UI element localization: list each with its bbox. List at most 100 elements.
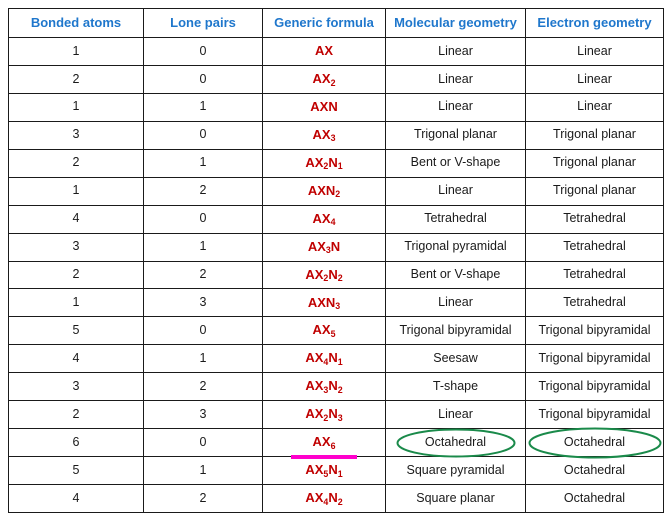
electron-geometry-text: Tetrahedral [563,239,626,254]
table-row: 3 1 AX3N Trigonal pyramidal Tetrahedral [8,232,664,262]
electron-geometry-text: Octahedral [563,434,626,449]
electron-geometry-text: Linear [577,71,612,86]
table-row: 1 2 AXN2 Linear Trigonal planar [8,176,664,206]
cell-molecular-geometry: Square pyramidal [385,456,526,485]
electron-geometry-text: Octahedral [563,490,626,505]
cell-electron-geometry: Trigonal planar [525,176,664,206]
cell-molecular-geometry: Octahedral [385,428,526,458]
cell-lone-pairs: 0 [143,428,263,458]
table-row: 4 1 AX4N1 Seesaw Trigonal bipyramidal [8,344,664,374]
cell-molecular-geometry: Linear [385,400,526,430]
cell-generic-formula: AX3 [262,120,386,150]
cell-bonded-atoms: 5 [8,456,144,485]
formula-text: AX3 [312,126,336,144]
cell-lone-pairs: 1 [143,456,263,485]
formula-text: AX5N1 [305,462,343,479]
table-row: 2 2 AX2N2 Bent or V-shape Tetrahedral [8,260,664,290]
electron-geometry-text: Trigonal bipyramidal [538,350,651,365]
cell-lone-pairs: 1 [143,148,263,178]
table-row: 3 2 AX3N2 T-shape Trigonal bipyramidal [8,372,664,402]
cell-lone-pairs: 3 [143,288,263,318]
cell-bonded-atoms: 3 [8,120,144,150]
molecular-geometry-text: Trigonal pyramidal [404,239,507,254]
cell-bonded-atoms: 1 [8,288,144,318]
cell-lone-pairs: 1 [143,232,263,262]
electron-geometry-text: Tetrahedral [563,295,626,310]
molecular-geometry-text: Trigonal bipyramidal [399,322,512,337]
cell-generic-formula: AX5 [262,316,386,346]
cell-generic-formula: AX2N1 [262,148,386,178]
formula-text: AX3N [307,238,341,256]
electron-geometry-text: Tetrahedral [563,267,626,282]
formula-text: AX4N1 [305,350,343,367]
cell-lone-pairs: 1 [143,344,263,374]
cell-electron-geometry: Trigonal bipyramidal [525,400,664,430]
electron-geometry-text: Octahedral [563,462,626,477]
electron-geometry-text: Trigonal planar [553,127,636,142]
formula-text: AXN3 [307,294,341,311]
table-row: 1 1 AXN Linear Linear [8,92,664,122]
formula-text: AXN [310,98,338,114]
cell-bonded-atoms: 2 [8,400,144,430]
cell-electron-geometry: Tetrahedral [525,260,664,290]
cell-lone-pairs: 0 [143,204,263,234]
cell-electron-geometry: Linear [525,92,664,122]
formula-text: AX4 [312,210,336,228]
molecular-geometry-text: Linear [438,99,473,114]
electron-geometry-text: Trigonal bipyramidal [538,322,651,337]
cell-generic-formula: AX2 [262,64,386,94]
electron-geometry-text: Linear [577,99,612,114]
column-header-electron-geometry: Electron geometry [525,8,664,38]
formula-text: AX5 [312,322,336,339]
cell-generic-formula: AX [262,37,386,66]
molecular-geometry-text: Trigonal planar [414,127,497,142]
cell-generic-formula: AX6 [262,428,386,459]
molecular-geometry-text: Linear [438,71,473,86]
column-header-bonded-atoms: Bonded atoms [8,8,144,38]
cell-generic-formula: AXN [262,92,386,122]
column-header-generic-formula: Generic formula [262,8,386,38]
cell-molecular-geometry: Bent or V-shape [385,148,526,178]
cell-electron-geometry: Trigonal bipyramidal [525,344,664,374]
molecular-geometry-text: Linear [438,406,473,421]
formula-text: AX2N1 [305,154,343,172]
cell-generic-formula: AX3N2 [262,372,386,402]
cell-lone-pairs: 2 [143,372,263,402]
cell-bonded-atoms: 6 [8,428,144,458]
electron-geometry-text: Trigonal bipyramidal [538,406,651,421]
table-header-row: Bonded atoms Lone pairs Generic formula … [8,8,664,38]
cell-electron-geometry: Octahedral [525,456,664,485]
formula-text: AX3N2 [305,378,343,395]
vsepr-geometry-table: Bonded atoms Lone pairs Generic formula … [8,8,664,513]
electron-geometry-text: Trigonal planar [553,183,636,198]
formula-text: AX4N2 [305,490,343,507]
cell-lone-pairs: 0 [143,316,263,346]
table-row: 5 0 AX5 Trigonal bipyramidal Trigonal bipyra… [8,316,664,346]
table-body: 1 0 AX Linear Linear 2 0 AX2 Linear Linear 1 1 AXN Li… [8,37,664,513]
table-row: 2 1 AX2N1 Bent or V-shape Trigonal planar [8,148,664,178]
cell-generic-formula: AXN3 [262,288,386,318]
vsepr-geometry-table-container: Bonded atoms Lone pairs Generic formula … [8,8,664,513]
formula-text: AX6 [312,434,336,451]
formula-text: AX [314,43,334,59]
table-row: 1 3 AXN3 Linear Tetrahedral [8,288,664,318]
molecular-geometry-text: Bent or V-shape [410,155,501,170]
cell-generic-formula: AX4N2 [262,484,386,513]
molecular-geometry-text: Square pyramidal [406,462,505,477]
column-header-lone-pairs: Lone pairs [143,8,263,38]
cell-lone-pairs: 2 [143,484,263,513]
cell-generic-formula: AX4 [262,204,386,234]
table-row: 2 0 AX2 Linear Linear [8,64,664,94]
electron-geometry-text: Tetrahedral [563,211,626,226]
cell-molecular-geometry: Linear [385,92,526,122]
cell-electron-geometry: Linear [525,37,664,66]
cell-electron-geometry: Trigonal bipyramidal [525,372,664,402]
molecular-geometry-text: Bent or V-shape [410,267,501,282]
cell-bonded-atoms: 3 [8,372,144,402]
cell-bonded-atoms: 2 [8,260,144,290]
cell-generic-formula: AXN2 [262,176,386,206]
electron-geometry-text: Linear [577,43,612,58]
table-row: 5 1 AX5N1 Square pyramidal Octahedral [8,456,664,485]
cell-molecular-geometry: Bent or V-shape [385,260,526,290]
cell-bonded-atoms: 3 [8,232,144,262]
